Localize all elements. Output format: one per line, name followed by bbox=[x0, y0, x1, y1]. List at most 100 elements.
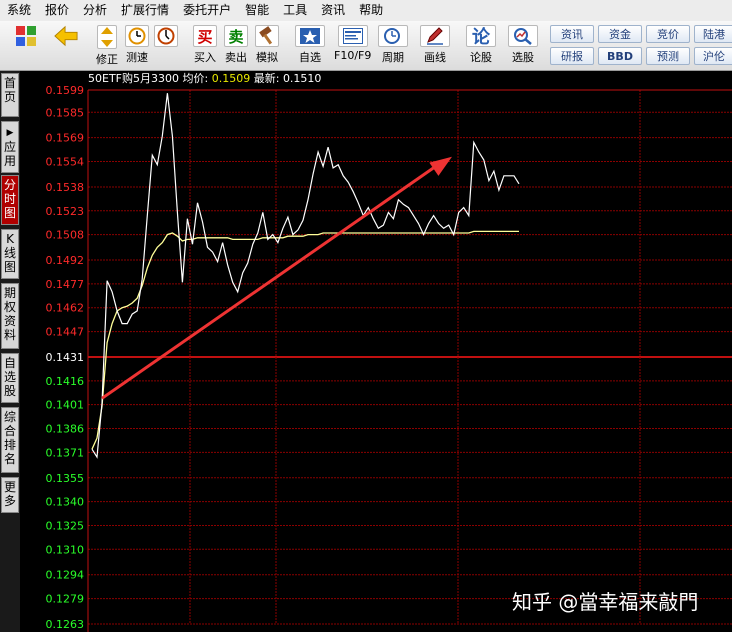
toolbar-button-label: F10/F9 bbox=[334, 49, 372, 62]
avg-price-line bbox=[91, 230, 519, 450]
sidebar-item-watchlist[interactable]: 自选股 bbox=[1, 353, 19, 403]
shanghai-london-button[interactable]: 沪伦 bbox=[694, 47, 732, 65]
menu-item[interactable]: 资讯 bbox=[314, 0, 352, 21]
toolbar-button-label: 周期 bbox=[382, 51, 404, 64]
sidebar-item-label: 应用 bbox=[3, 140, 16, 168]
y-tick-label: 0.1416 bbox=[46, 375, 85, 388]
toolbar-button-label: 画线 bbox=[424, 51, 446, 64]
info-button[interactable]: 资讯 bbox=[550, 25, 594, 43]
toolbar: 修正 测速 买 买入 卖 卖出 模拟 自选 F10/F9 周期 画线 论 论股 … bbox=[0, 21, 732, 71]
discuss-icon: 论 bbox=[466, 25, 496, 48]
last-price-value: 0.1510 bbox=[282, 72, 322, 85]
toolbar-button-label: 选股 bbox=[512, 51, 534, 64]
sidebar-item-more[interactable]: 更多 bbox=[1, 477, 19, 513]
clock-icon bbox=[125, 25, 149, 47]
y-tick-label: 0.1294 bbox=[46, 569, 85, 582]
sidebar-item-apps[interactable]: ▶ 应用 bbox=[1, 121, 19, 173]
y-tick-label: 0.1355 bbox=[46, 472, 85, 485]
menu-item[interactable]: 扩展行情 bbox=[114, 0, 176, 21]
menu-bar: 系统 报价 分析 扩展行情 委托开户 智能 工具 资讯 帮助 bbox=[0, 0, 732, 22]
y-tick-label: 0.1447 bbox=[46, 326, 85, 339]
intraday-chart[interactable]: 0.1599 0.1585 0.1569 0.1554 0.1538 0.1523 0.15… bbox=[20, 71, 732, 632]
y-tick-label: 0.1508 bbox=[46, 229, 85, 242]
up-down-arrow-icon bbox=[97, 25, 117, 49]
toolbar-button-draw[interactable]: 画线 bbox=[420, 23, 450, 68]
y-tick-label: 0.1340 bbox=[46, 496, 85, 509]
price-line bbox=[91, 93, 520, 459]
toolbar-button-period[interactable]: 周期 bbox=[378, 23, 408, 68]
avg-price-value: 0.1509 bbox=[211, 72, 251, 85]
y-tick-label: 0.1462 bbox=[46, 302, 85, 315]
toolbar-button-label: 买入 bbox=[194, 51, 216, 64]
toolbar-button-simulate[interactable]: 模拟 bbox=[255, 23, 279, 68]
avg-price-label: 均价: bbox=[182, 72, 209, 85]
clock-icon bbox=[154, 25, 178, 47]
toolbar-button-back[interactable] bbox=[54, 23, 78, 68]
y-tick-label: 0.1492 bbox=[46, 254, 85, 267]
blocks-icon bbox=[14, 25, 38, 47]
menu-item[interactable]: 工具 bbox=[276, 0, 314, 21]
magnifier-chart-icon bbox=[508, 25, 538, 47]
menu-item[interactable]: 委托开户 bbox=[176, 0, 238, 21]
y-tick-label: 0.1325 bbox=[46, 519, 85, 532]
pencil-icon bbox=[420, 25, 450, 47]
fund-flow-button[interactable]: 资金 bbox=[598, 25, 642, 43]
y-tick-label: 0.1401 bbox=[46, 399, 85, 412]
sidebar-item-kline[interactable]: K线图 bbox=[1, 229, 19, 279]
toolbar-button-watchlist[interactable]: 自选 bbox=[295, 23, 325, 68]
y-tick-label: 0.1310 bbox=[46, 543, 85, 556]
toolbar-button-label: 模拟 bbox=[256, 51, 278, 64]
hk-connect-button[interactable]: 陆港 bbox=[694, 25, 732, 43]
hammer-icon bbox=[255, 25, 279, 47]
sidebar-item-ranking[interactable]: 综合排名 bbox=[1, 407, 19, 473]
y-tick-label: 0.1386 bbox=[46, 423, 85, 436]
y-tick-label: 0.1599 bbox=[46, 84, 85, 97]
watermark: 知乎 @當幸福来敲門 bbox=[512, 590, 699, 614]
sidebar-item-intraday[interactable]: 分时图 bbox=[1, 175, 19, 225]
buy-icon: 买 bbox=[193, 25, 217, 47]
toolbar-button-label: 自选 bbox=[299, 51, 321, 64]
menu-item[interactable]: 报价 bbox=[38, 0, 76, 21]
toolbar-button-screener[interactable]: 选股 bbox=[508, 23, 538, 68]
research-button[interactable]: 研报 bbox=[550, 47, 594, 65]
bbd-button[interactable]: BBD bbox=[598, 47, 642, 65]
sidebar-item-home[interactable]: 首页 bbox=[1, 73, 19, 117]
toolbar-button-blocks[interactable] bbox=[14, 23, 38, 68]
toolbar-button-discuss[interactable]: 论 论股 bbox=[466, 23, 496, 68]
toolbar-button-label: 修正 bbox=[96, 53, 118, 66]
toolbar-button-buy[interactable]: 买 买入 bbox=[193, 23, 217, 68]
last-price-label: 最新: bbox=[253, 72, 280, 85]
toolbar-button-speed[interactable]: 测速 bbox=[125, 23, 149, 68]
cycle-icon bbox=[378, 25, 408, 47]
toolbar-button-label: 卖出 bbox=[225, 51, 247, 64]
menu-item[interactable]: 系统 bbox=[0, 0, 38, 21]
chart-header: 50ETF购5月3300 均价: 0.1509 最新: 0.1510 bbox=[88, 71, 321, 87]
document-icon bbox=[337, 25, 368, 47]
y-tick-label: 0.1523 bbox=[46, 205, 85, 218]
sidebar-item-option-info[interactable]: 期权资料 bbox=[1, 283, 19, 349]
sell-icon: 卖 bbox=[224, 25, 248, 47]
menu-item[interactable]: 分析 bbox=[76, 0, 114, 21]
toolbar-button-label: 测速 bbox=[126, 51, 148, 64]
menu-item[interactable]: 帮助 bbox=[352, 0, 390, 21]
menu-item[interactable]: 智能 bbox=[238, 0, 276, 21]
forecast-button[interactable]: 预测 bbox=[646, 47, 690, 65]
contract-name: 50ETF购5月3300 bbox=[88, 72, 179, 85]
y-tick-label: 0.1585 bbox=[46, 106, 85, 119]
y-tick-label: 0.1538 bbox=[46, 181, 85, 194]
toolbar-button-timing[interactable] bbox=[154, 23, 178, 68]
sidebar: 首页 ▶ 应用 分时图 K线图 期权资料 自选股 综合排名 更多 bbox=[0, 71, 20, 632]
y-tick-label: 0.1569 bbox=[46, 132, 85, 145]
chart-canvas: 0.1599 0.1585 0.1569 0.1554 0.1538 0.1523 0.15… bbox=[46, 84, 732, 632]
y-tick-label: 0.1431 bbox=[46, 351, 85, 364]
auction-button[interactable]: 竞价 bbox=[646, 25, 690, 43]
annotation-arrow-head bbox=[429, 156, 452, 176]
toolbar-button-fix[interactable]: 修正 bbox=[96, 23, 118, 68]
toolbar-button-sell[interactable]: 卖 卖出 bbox=[224, 23, 248, 68]
play-icon: ▶ bbox=[6, 128, 14, 138]
y-tick-label: 0.1477 bbox=[46, 278, 85, 291]
star-icon bbox=[295, 25, 325, 47]
y-tick-label: 0.1263 bbox=[46, 618, 85, 631]
y-tick-label: 0.1371 bbox=[46, 446, 85, 459]
toolbar-button-f10[interactable]: F10/F9 bbox=[334, 23, 371, 68]
